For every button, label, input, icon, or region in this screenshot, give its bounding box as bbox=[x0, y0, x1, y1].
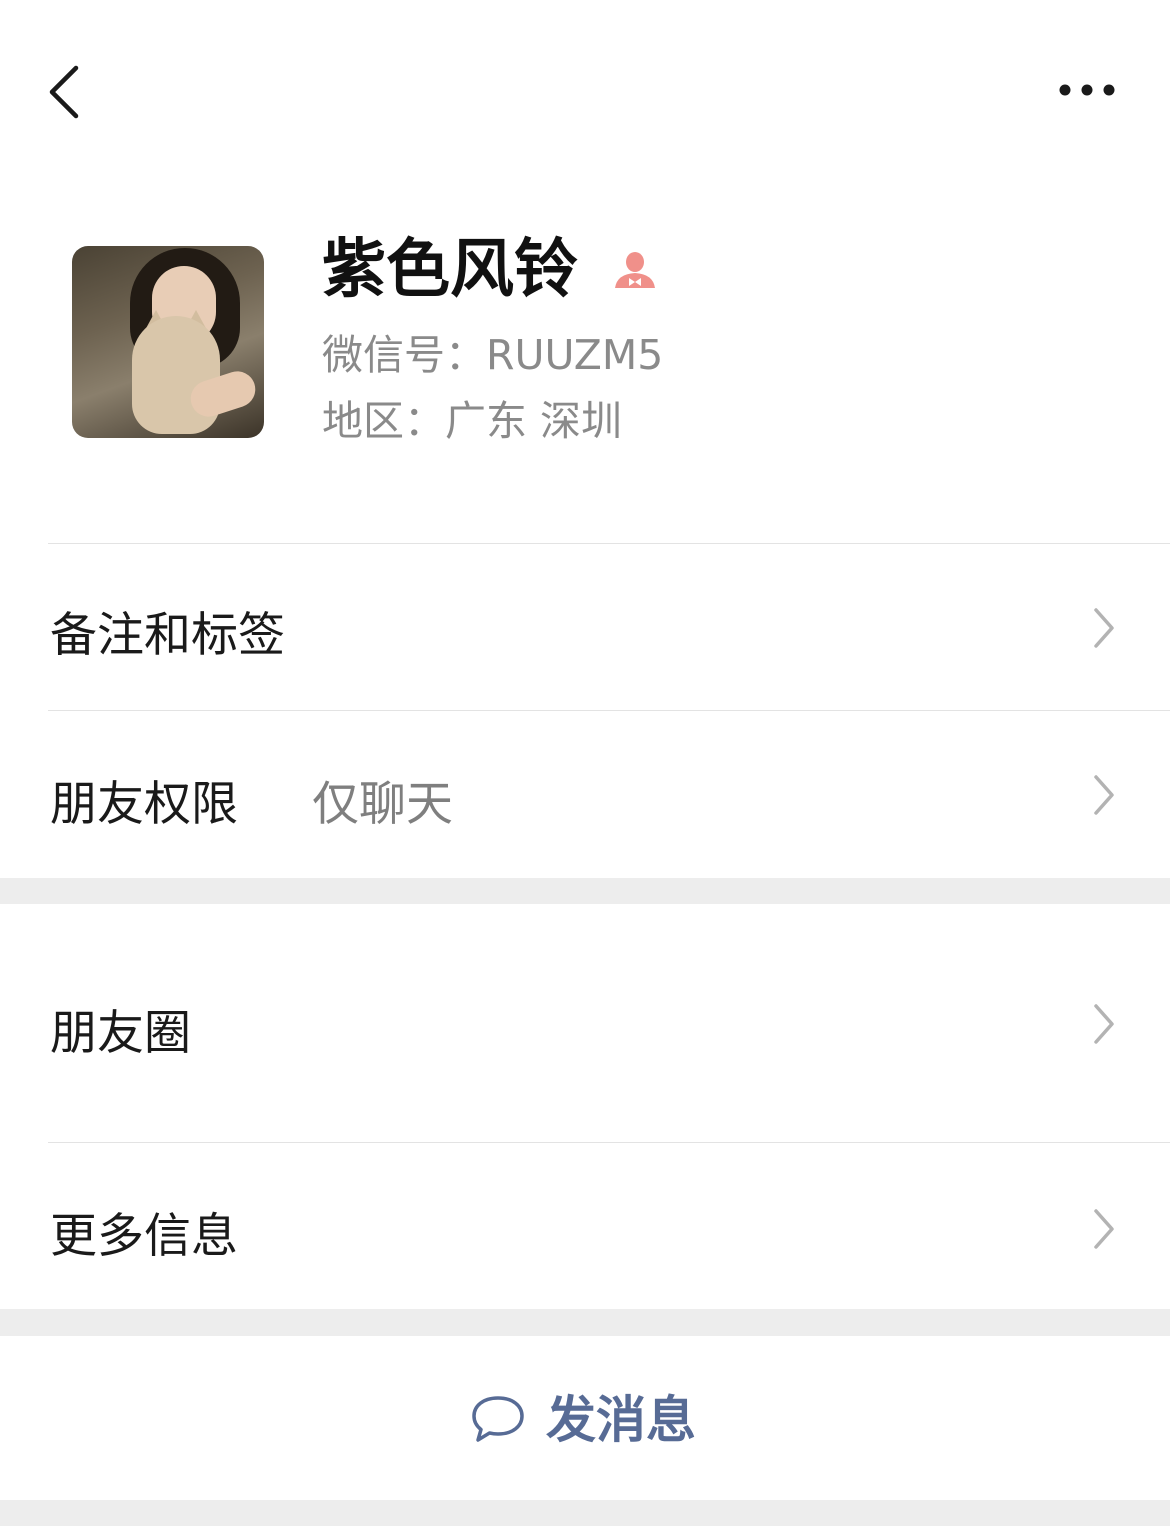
back-icon[interactable] bbox=[40, 60, 88, 124]
friend-permissions-row[interactable]: 朋友权限 仅聊天 bbox=[0, 711, 1170, 878]
chevron-right-icon bbox=[1094, 1004, 1114, 1044]
wechat-id: 微信号：RUUZM5 bbox=[322, 331, 664, 379]
more-info-row[interactable]: 更多信息 bbox=[0, 1143, 1170, 1309]
remarks-and-tags-row[interactable]: 备注和标签 bbox=[0, 544, 1170, 710]
remarks-label: 备注和标签 bbox=[50, 608, 285, 663]
send-message-button[interactable]: 发消息 bbox=[470, 1386, 710, 1456]
more-info-label: 更多信息 bbox=[50, 1209, 238, 1264]
region: 地区：广东 深圳 bbox=[322, 397, 623, 445]
moments-label: 朋友圈 bbox=[50, 1006, 191, 1061]
chat-bubble-icon bbox=[472, 1396, 524, 1442]
chevron-right-icon bbox=[1094, 608, 1114, 648]
chevron-right-icon bbox=[1094, 1209, 1114, 1249]
avatar[interactable] bbox=[72, 246, 264, 438]
permissions-value: 仅聊天 bbox=[312, 777, 453, 832]
moments-section: 朋友圈 更多信息 bbox=[0, 904, 1170, 1309]
send-message-section: 发消息 bbox=[0, 1336, 1170, 1500]
contact-name: 紫色风铃 bbox=[322, 233, 578, 307]
person-badge-icon bbox=[615, 252, 655, 288]
profile-section: 紫色风铃 微信号：RUUZM5 地区：广东 深圳 备注和标签 朋友权限 仅聊天 bbox=[0, 0, 1170, 878]
permissions-label: 朋友权限 bbox=[50, 777, 238, 832]
send-message-label: 发消息 bbox=[546, 1391, 696, 1449]
more-options-icon[interactable] bbox=[1052, 76, 1122, 104]
moments-row[interactable]: 朋友圈 bbox=[0, 904, 1170, 1142]
chevron-right-icon bbox=[1094, 775, 1114, 815]
